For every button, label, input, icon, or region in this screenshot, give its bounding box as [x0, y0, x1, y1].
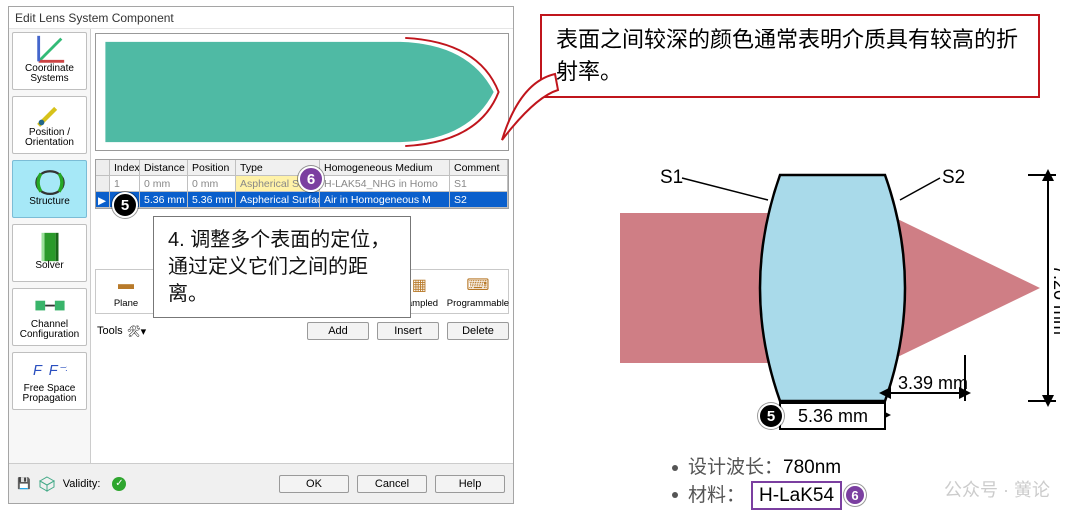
- structure-icon: [33, 171, 67, 195]
- svg-text:F: F: [33, 364, 43, 380]
- solver-icon: [33, 235, 67, 259]
- lens-diagram: S1 S2 5.36 mm 3.39 mm 7.20 mm: [620, 145, 1060, 445]
- nav-label: Channel Configuration: [15, 320, 84, 341]
- validity-label: Validity:: [63, 478, 101, 490]
- cell[interactable]: 0 mm: [140, 176, 188, 192]
- cell[interactable]: S1: [450, 176, 508, 192]
- spec-wave-label: 设计波长：: [688, 455, 783, 481]
- surface-type-icon: ⌨: [469, 274, 487, 296]
- col-medium: Homogeneous Medium: [320, 160, 450, 176]
- col-distance: Distance: [140, 160, 188, 176]
- surface-type-label: Plane: [114, 298, 138, 309]
- delete-button[interactable]: Delete: [447, 322, 509, 340]
- callout-text: 表面之间较深的颜色通常表明介质具有较高的折射率。: [556, 24, 1024, 88]
- spec-mat-value: H-LaK54: [751, 481, 842, 511]
- lens-preview: [95, 33, 509, 151]
- surface-type-label: Programmable: [447, 298, 509, 309]
- label-s1: S1: [660, 167, 683, 188]
- cell[interactable]: Aspherical Surface: [236, 192, 320, 208]
- bullet-icon: [672, 465, 678, 471]
- marker-6: 6: [298, 166, 324, 192]
- cell[interactable]: 5.36 mm: [140, 192, 188, 208]
- help-button[interactable]: Help: [435, 475, 505, 493]
- dim-thickness: 5.36 mm: [798, 406, 868, 426]
- nav-label: Solver: [35, 261, 63, 272]
- specs-block: 设计波长： 780nm 材料： H-LaK54 6: [672, 455, 866, 510]
- svg-text:F⁻¹: F⁻¹: [48, 364, 66, 380]
- nav-position-orientation[interactable]: Position / Orientation: [12, 96, 87, 154]
- insert-button[interactable]: Insert: [377, 322, 439, 340]
- cell[interactable]: H-LAK54_NHG in Homo: [320, 176, 450, 192]
- add-button[interactable]: Add: [307, 322, 369, 340]
- nav-structure[interactable]: Structure: [12, 160, 87, 218]
- dim-height: 7.20 mm: [1050, 265, 1060, 335]
- channel-icon: [33, 294, 67, 318]
- ok-button[interactable]: OK: [279, 475, 349, 493]
- marker-5: 5: [112, 192, 138, 218]
- nav-label: Coordinate Systems: [15, 64, 84, 85]
- col-position: Position: [188, 160, 236, 176]
- col-comment: Comment: [450, 160, 508, 176]
- surface-type-plane[interactable]: ▬ Plane: [102, 274, 150, 309]
- cell[interactable]: 1: [110, 176, 140, 192]
- tip-step-4: 4. 调整多个表面的定位，通过定义它们之间的距离。: [153, 216, 411, 318]
- dialog-nav: Coordinate Systems Position / Orientatio…: [9, 29, 91, 463]
- orientation-icon: [33, 102, 67, 126]
- callout-medium-color: 表面之间较深的颜色通常表明介质具有较高的折射率。: [540, 14, 1040, 98]
- marker-6-spec: 6: [844, 484, 866, 506]
- nav-coordinate-systems[interactable]: Coordinate Systems: [12, 32, 87, 90]
- bullet-icon: [672, 492, 678, 498]
- axes-icon: [33, 38, 67, 62]
- tools-row: Tools 🛠▾ Add Insert Delete: [95, 322, 509, 340]
- cell[interactable]: 0 mm: [188, 176, 236, 192]
- tools-dropdown-icon[interactable]: 🛠▾: [127, 325, 147, 338]
- validity-ok-icon: ✓: [112, 477, 126, 491]
- dialog-title: Edit Lens System Component: [9, 7, 513, 29]
- surface-type-icon: ▬: [117, 274, 135, 296]
- nav-channel-configuration[interactable]: Channel Configuration: [12, 288, 87, 346]
- marker-5-figure: 5: [758, 403, 784, 429]
- surface-type-icon: ▦: [410, 274, 428, 296]
- spec-wave-value: 780nm: [783, 455, 841, 481]
- spec-mat-label: 材料：: [688, 483, 745, 509]
- nav-label: Structure: [29, 197, 70, 208]
- dim-gap: 3.39 mm: [898, 373, 968, 393]
- cell[interactable]: 5.36 mm: [188, 192, 236, 208]
- nav-label: Free Space Propagation: [15, 384, 84, 405]
- cell[interactable]: Air in Homogeneous M: [320, 192, 450, 208]
- cell[interactable]: S2: [450, 192, 508, 208]
- watermark: 公众号 · 黉论: [944, 476, 1050, 502]
- 3d-view-icon[interactable]: [39, 476, 55, 492]
- table-row[interactable]: ▶25.36 mm5.36 mmAspherical SurfaceAir in…: [96, 192, 508, 208]
- surface-type-programmable[interactable]: ⌨Programmable: [454, 274, 502, 309]
- dialog-footer: 💾 Validity: ✓ OK Cancel Help: [9, 463, 513, 503]
- col-index: Index: [110, 160, 140, 176]
- save-icon[interactable]: 💾: [17, 477, 31, 490]
- cancel-button[interactable]: Cancel: [357, 475, 427, 493]
- tools-label: Tools: [97, 325, 123, 337]
- label-s2: S2: [942, 167, 965, 188]
- nav-free-space-propagation[interactable]: F F⁻¹ Free Space Propagation: [12, 352, 87, 410]
- propagation-icon: F F⁻¹: [33, 358, 67, 382]
- nav-label: Position / Orientation: [15, 128, 84, 149]
- nav-solver[interactable]: Solver: [12, 224, 87, 282]
